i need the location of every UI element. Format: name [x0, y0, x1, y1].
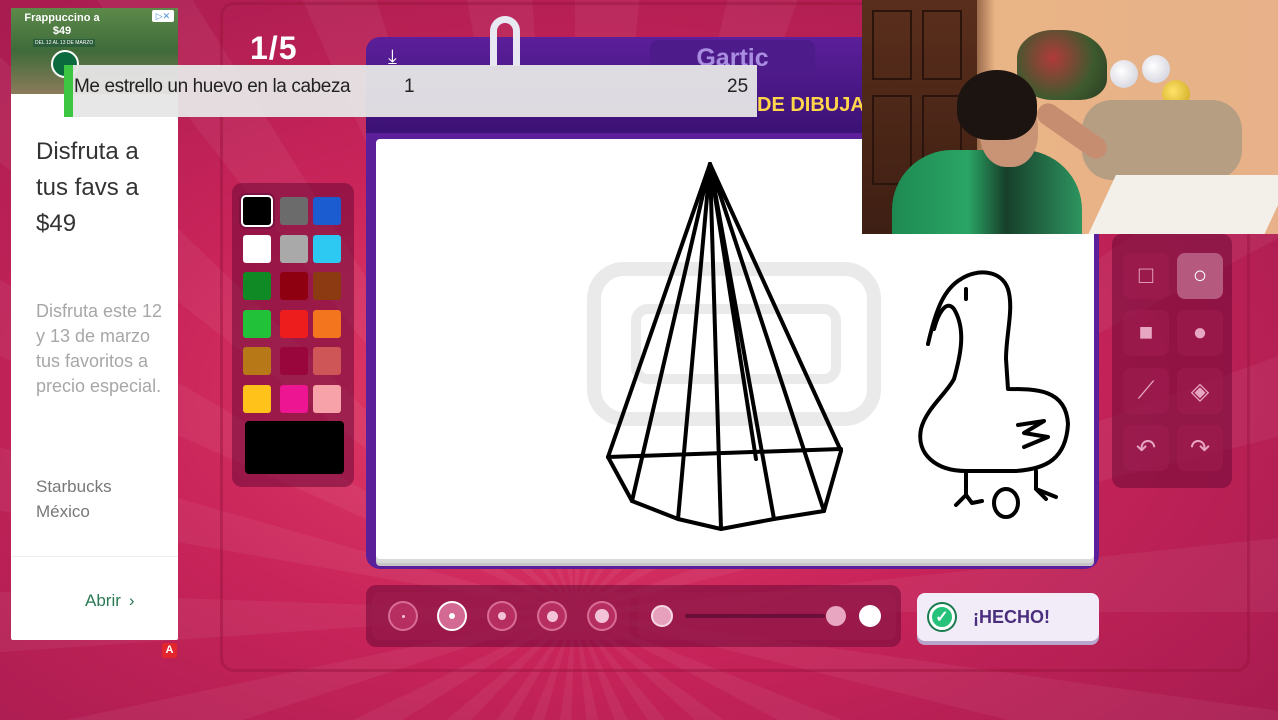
brush-size-5[interactable] [587, 601, 617, 631]
color-swatch[interactable] [280, 309, 308, 338]
done-label: ¡HECHO! [973, 606, 1050, 627]
mode-title: DE DIBUJA [757, 94, 865, 116]
redo-icon[interactable]: ↷ [1177, 425, 1223, 471]
chevron-right-icon: › [128, 591, 135, 610]
ad-body-text: Disfruta este 12 y 13 de marzo tus favor… [36, 301, 163, 396]
undo-icon[interactable]: ↶ [1123, 425, 1169, 471]
color-swatch[interactable] [243, 384, 271, 413]
brush-size-2[interactable] [437, 601, 467, 631]
circle-filled-icon[interactable]: ● [1177, 310, 1223, 356]
webcam-table [1088, 175, 1278, 234]
line-icon[interactable]: ⟋ [1123, 368, 1169, 414]
current-color-preview [245, 421, 344, 474]
check-icon: ✓ [929, 604, 955, 630]
duck-drawing [918, 270, 1070, 519]
color-swatch[interactable] [243, 347, 271, 375]
color-swatch[interactable] [280, 272, 308, 300]
adchoices-icon[interactable]: ▷✕ [152, 10, 174, 22]
alert-progress-bar [64, 65, 73, 117]
color-swatch[interactable] [313, 197, 341, 225]
opacity-min-icon [651, 605, 673, 627]
alert-value-a: 1 [404, 76, 415, 97]
ad-open-button[interactable]: Abrir › [85, 591, 135, 611]
ad-banner-title: Frappuccino a $49 [24, 12, 100, 37]
ad-banner-subtitle: DEL 12 AL 13 DE MARZO [33, 39, 96, 47]
opacity-slider-handle[interactable] [826, 606, 846, 626]
webcam-overlay [862, 0, 1278, 234]
square-outline-icon[interactable]: □ [1123, 253, 1169, 299]
color-swatch[interactable] [243, 272, 271, 300]
color-swatch[interactable] [313, 234, 341, 263]
alert-value-b: 25 [727, 76, 749, 97]
done-button[interactable]: ✓ ¡HECHO! [917, 593, 1099, 641]
ad-divider [11, 556, 178, 557]
brush-size-3[interactable] [487, 601, 517, 631]
color-swatch[interactable] [313, 309, 341, 338]
color-swatch[interactable] [313, 384, 341, 413]
ad-open-label: Abrir [85, 591, 121, 610]
color-swatch[interactable] [280, 384, 308, 413]
opacity-max-icon [859, 605, 881, 627]
color-swatch[interactable] [313, 272, 341, 300]
color-swatch[interactable] [280, 347, 308, 375]
brush-size-4[interactable] [537, 601, 567, 631]
webcam-person [892, 150, 1082, 234]
circle-outline-icon[interactable]: ○ [1177, 253, 1223, 299]
webcam-sofa [1082, 100, 1242, 180]
opacity-slider-track[interactable] [685, 614, 825, 618]
color-swatch[interactable] [280, 197, 308, 225]
color-swatch[interactable] [280, 234, 308, 263]
square-filled-icon[interactable]: ■ [1123, 310, 1169, 356]
color-swatch[interactable] [243, 234, 271, 263]
board-hook [490, 16, 520, 66]
round-counter: 1/5 [250, 30, 298, 66]
alert-message: Me estrello un huevo en la cabeza [74, 76, 351, 97]
ad-headline: Disfruta a tus favs a $49 [36, 138, 139, 237]
cone-drawing [606, 162, 843, 531]
ad-brand: Starbucks México [36, 477, 112, 521]
color-swatch[interactable] [313, 347, 341, 375]
color-swatch[interactable] [243, 309, 271, 338]
brush-size-1[interactable] [388, 601, 418, 631]
ad-badge-icon: A [162, 643, 177, 658]
color-swatch[interactable] [243, 197, 271, 225]
fill-bucket-icon[interactable]: ◈ [1177, 368, 1223, 414]
alert-notification: Me estrello un huevo en la cabeza 1 25 [64, 65, 757, 117]
